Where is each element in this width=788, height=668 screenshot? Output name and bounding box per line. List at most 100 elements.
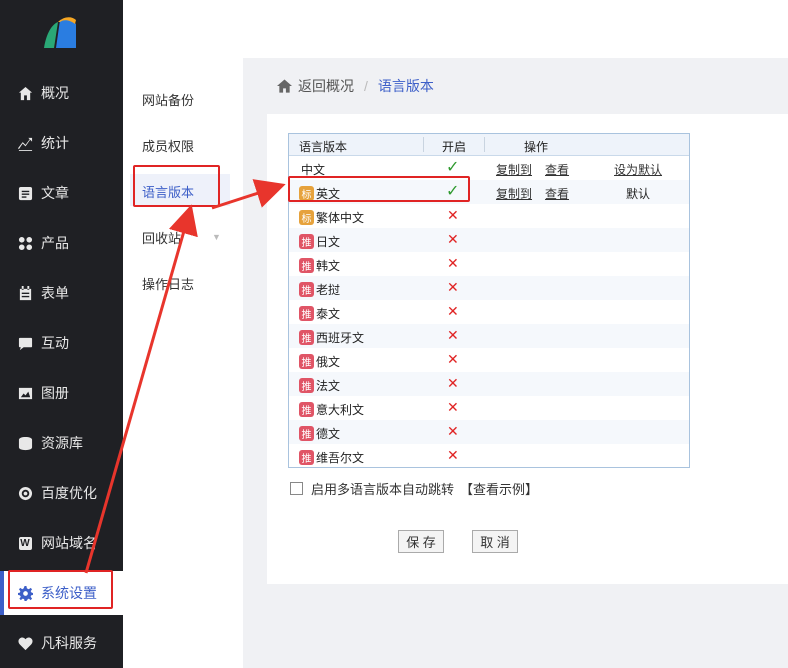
cross-icon[interactable]: ✕ [447,327,459,344]
sidebar-item-10[interactable]: W 网站域名 [0,521,123,565]
table-header: 语言版本 开启 操作 [289,134,689,156]
cross-icon[interactable]: ✕ [447,303,459,320]
sidebar-item-6[interactable]: 互动 [0,321,123,365]
sidebar-item-7[interactable]: 图册 [0,371,123,415]
sidebar-item-3[interactable]: 文章 [0,171,123,215]
copy-to-link[interactable]: 复制到 [496,185,532,202]
cross-icon[interactable]: ✕ [447,375,459,392]
table-row: 标繁体中文 ✕ [289,204,689,228]
language-name: 推意大利文 [299,401,364,418]
language-badge: 推 [299,354,314,369]
subnav-item-1[interactable]: 网站备份 [142,90,194,109]
table-row: 推意大利文 ✕ [289,396,689,420]
target-icon [17,485,33,501]
language-label: 维吾尔文 [316,451,365,465]
sidebar-item-label: 互动 [41,335,69,351]
cross-icon[interactable]: ✕ [447,351,459,368]
calendar-icon [17,285,33,301]
language-badge: 推 [299,450,314,465]
sidebar-item-label: 资源库 [41,435,83,451]
language-name: 推法文 [299,377,340,394]
sidebar-item-8[interactable]: 资源库 [0,421,123,465]
subnav-item-2[interactable]: 成员权限 [142,136,194,155]
language-name: 推俄文 [299,353,341,370]
breadcrumb-current: 语言版本 [377,78,434,94]
language-badge: 推 [299,234,314,249]
breadcrumb: 返回概况 / 语言版本 [277,76,434,96]
cross-icon[interactable]: ✕ [447,207,459,224]
database-icon [17,435,33,451]
auto-jump-label: 启用多语言版本自动跳转 [311,482,455,497]
sidebar-item-label: 文章 [41,185,69,201]
sidebar-item-2[interactable]: 统计 [0,121,123,165]
view-link[interactable]: 查看 [545,185,569,202]
image-icon [17,385,33,401]
language-badge: 推 [299,330,314,345]
view-example-link[interactable]: 【查看示例】 [460,479,538,498]
table-row: 推西班牙文 ✕ [289,324,689,348]
table-row: 推法文 ✕ [289,372,689,396]
chevron-down-icon: ▼ [212,232,221,242]
sidebar-item-4[interactable]: 产品 [0,221,123,265]
view-link[interactable]: 查看 [545,161,569,178]
save-button[interactable]: 保 存 [398,530,444,553]
breadcrumb-separator: / [364,78,368,94]
cancel-button[interactable]: 取 消 [472,530,518,553]
language-name: 推日文 [299,233,341,250]
sidebar-item-9[interactable]: 百度优化 [0,471,123,515]
highlight-box-nav [8,570,113,609]
cross-icon[interactable]: ✕ [447,279,459,296]
language-label: 老挝 [316,283,341,297]
cross-icon[interactable]: ✕ [447,399,459,416]
cross-icon[interactable]: ✕ [447,447,459,464]
sidebar-item-label: 凡科服务 [41,635,97,651]
language-label: 俄文 [316,355,341,369]
table-row: 推俄文 ✕ [289,348,689,372]
grid-icon [17,235,33,251]
language-badge: 推 [299,426,314,441]
table-row: 推老挝 ✕ [289,276,689,300]
set-default-link[interactable]: 设为默认 [614,161,662,178]
check-icon[interactable]: ✓ [446,157,459,177]
language-label: 德文 [316,427,341,441]
auto-jump-checkbox[interactable] [290,482,303,495]
header-actions: 操作 [524,140,549,154]
language-name: 推德文 [299,425,341,442]
cross-icon[interactable]: ✕ [447,231,459,248]
language-label: 繁体中文 [316,211,365,225]
w-icon: W [18,536,32,550]
cross-icon[interactable]: ✕ [447,423,459,440]
sidebar-item-label: 概况 [41,85,69,101]
language-name: 推老挝 [299,281,341,298]
language-badge: 推 [299,282,314,297]
heart-icon [17,635,33,651]
language-label: 西班牙文 [316,331,365,345]
sidebar-item-label: 网站域名 [41,535,97,551]
language-badge: 推 [299,258,314,273]
language-name: 推韩文 [299,257,340,274]
header-language: 语言版本 [299,140,348,154]
language-label: 日文 [316,235,341,249]
sidebar-item-1[interactable]: 概况 [0,71,123,115]
language-badge: 推 [299,402,314,417]
sidebar-item-label: 表单 [41,285,69,301]
sidebar-item-label: 统计 [41,135,69,151]
chat-icon [17,335,33,351]
top-bar [123,0,788,58]
breadcrumb-back[interactable]: 返回概况 [298,76,354,96]
table-row: 推韩文 ✕ [289,252,689,276]
home-icon[interactable] [277,79,292,93]
logo [44,17,76,48]
table-row: 推日文 ✕ [289,228,689,252]
article-icon [17,185,33,201]
highlight-box-row [288,176,470,202]
subnav-item-4[interactable]: 回收站 [142,228,181,247]
sidebar-item-5[interactable]: 表单 [0,271,123,315]
sidebar-item-12[interactable]: 凡科服务 [0,621,123,665]
language-badge: 标 [299,210,314,225]
home-icon [17,85,33,101]
auto-jump-row: 启用多语言版本自动跳转 【查看示例】 [290,479,538,498]
copy-to-link[interactable]: 复制到 [496,161,532,178]
subnav-item-5[interactable]: 操作日志 [142,274,194,293]
cross-icon[interactable]: ✕ [447,255,459,272]
